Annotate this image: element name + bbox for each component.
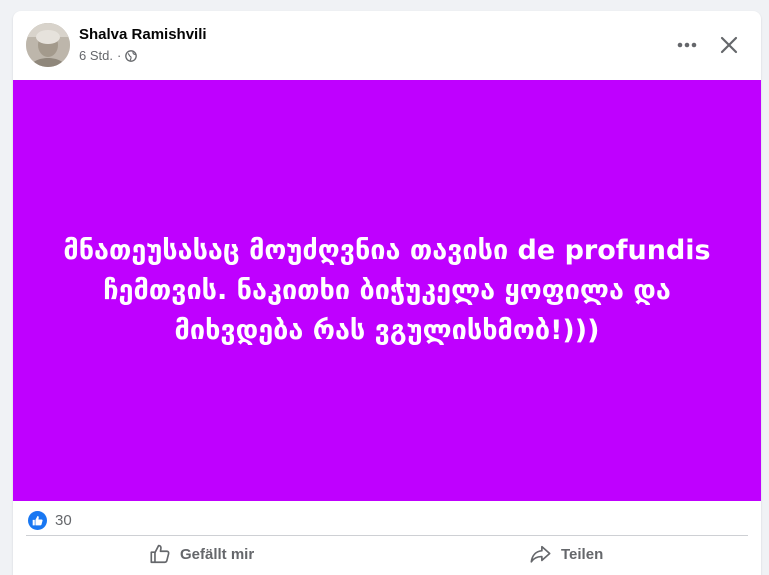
divider (26, 535, 748, 536)
author-name[interactable]: Shalva Ramishvili (79, 26, 207, 43)
reactions-summary[interactable]: 30 (28, 509, 72, 531)
post-meta: 6 Std. · (79, 48, 138, 63)
more-options-button[interactable] (671, 29, 703, 61)
like-reaction-icon (28, 510, 47, 530)
avatar[interactable] (26, 23, 70, 67)
close-icon (720, 36, 738, 54)
thumbs-up-outline-icon (150, 544, 170, 564)
more-horizontal-icon (677, 42, 697, 48)
post-card: Shalva Ramishvili 6 Std. · მნათეუსასაც მ… (13, 11, 761, 575)
avatar-image (26, 23, 70, 67)
share-icon (530, 545, 551, 563)
post-header: Shalva Ramishvili 6 Std. · (13, 11, 761, 80)
share-button[interactable]: Teilen (529, 539, 603, 569)
share-button-label: Teilen (561, 545, 604, 563)
post-background: მნათეუსასაც მოუძღვნია თავისი de profundi… (13, 80, 761, 501)
like-button[interactable]: Gefällt mir (149, 539, 254, 569)
post-text: მნათეუსასაც მოუძღვნია თავისი de profundi… (63, 234, 711, 346)
meta-separator: · (116, 48, 122, 63)
post-time[interactable]: 6 Std. (79, 48, 113, 63)
close-button[interactable] (711, 27, 747, 63)
like-button-label: Gefällt mir (180, 545, 255, 563)
globe-icon (125, 49, 138, 62)
thumbs-up-icon (32, 515, 43, 525)
reaction-count: 30 (55, 511, 72, 529)
